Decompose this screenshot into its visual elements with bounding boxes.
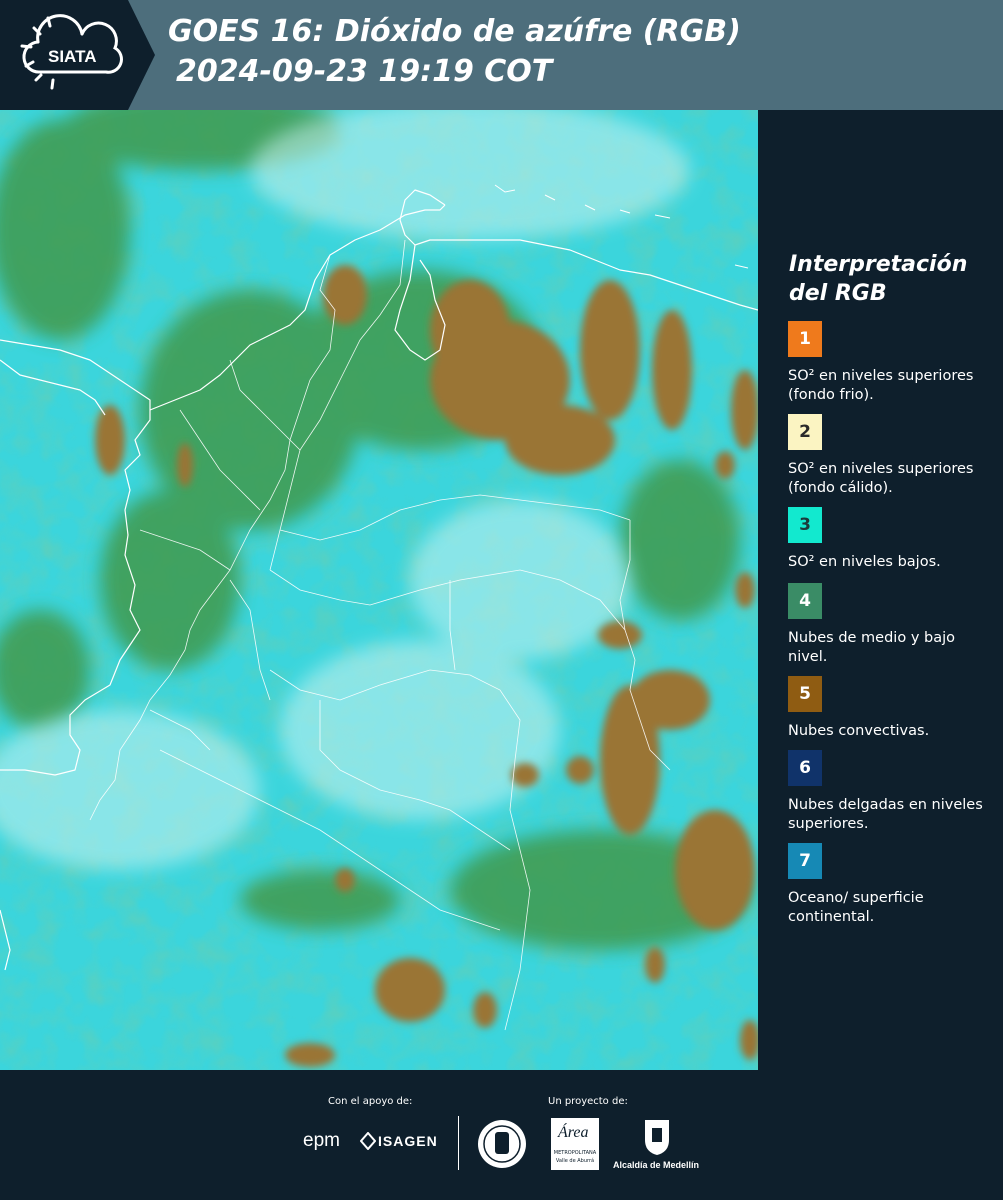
siata-logo-text: SIATA (48, 47, 96, 66)
legend-item: 1 SO² en niveles superiores (fondo frio)… (788, 321, 993, 405)
legend-item: 6 Nubes delgadas en niveles superiores. (788, 750, 993, 834)
alcaldia-shield-icon (645, 1120, 669, 1155)
medellin-seal-icon (478, 1120, 526, 1168)
legend-item: 3 SO² en niveles bajos. (788, 507, 993, 591)
legend-swatch-number: 2 (799, 422, 811, 442)
legend-title: Interpretación del RGB (789, 250, 989, 308)
legend-description: Nubes de medio y bajo nivel. (788, 630, 955, 665)
isagen-logo-icon (360, 1132, 376, 1150)
map-timestamp: 2024-09-23 19:19 COT (176, 54, 553, 89)
legend-swatch: 2 (788, 414, 822, 450)
project-label: Un proyecto de: (548, 1096, 628, 1107)
legend-swatch-number: 3 (799, 515, 811, 535)
legend-item: 4 Nubes de medio y bajo nivel. (788, 583, 993, 667)
legend-title-line1: Interpretación (789, 252, 968, 277)
legend-description: Nubes delgadas en niveles superiores. (788, 797, 983, 832)
legend-description: SO² en niveles superiores (fondo frio). (788, 368, 974, 403)
legend-item: 5 Nubes convectivas. (788, 676, 993, 760)
isagen-logo: ISAGEN (378, 1133, 438, 1149)
legend-swatch-number: 6 (799, 758, 811, 778)
legend-item: 2 SO² en niveles superiores (fondo cálid… (788, 414, 993, 498)
legend-swatch: 1 (788, 321, 822, 357)
legend-description: Oceano/ superficie continental. (788, 890, 924, 925)
area-logo-subtitle-2: Valle de Aburrá (555, 1158, 595, 1164)
legend-item: 7 Oceano/ superficie continental. (788, 843, 993, 927)
map-title: GOES 16: Dióxido de azúfre (RGB) (168, 14, 741, 49)
alcaldia-logo-text: Alcaldía de Medellín (613, 1160, 700, 1170)
satellite-map (0, 110, 758, 1070)
legend-swatch-number: 4 (799, 591, 811, 611)
legend-panel: Interpretación del RGB 1 SO² en niveles … (758, 110, 1003, 1070)
legend-swatch: 5 (788, 676, 822, 712)
legend-swatch-number: 7 (799, 851, 811, 871)
logo-block: SIATA (0, 0, 155, 110)
legend-swatch-number: 1 (799, 329, 811, 349)
support-label: Con el apoyo de: (328, 1096, 413, 1107)
area-logo-subtitle: METROPOLITANA (553, 1150, 597, 1156)
epm-logo: epm (303, 1130, 340, 1151)
header-bar: SIATA GOES 16: Dióxido de azúfre (RGB) 2… (0, 0, 1003, 110)
legend-title-line2: del RGB (789, 281, 887, 306)
area-logo-title: Área (558, 1124, 589, 1141)
legend-swatch: 4 (788, 583, 822, 619)
legend-swatch: 3 (788, 507, 822, 543)
footer-divider (458, 1116, 459, 1170)
legend-swatch: 7 (788, 843, 822, 879)
area-metropolitana-logo: Área METROPOLITANA Valle de Aburrá (551, 1118, 599, 1170)
footer: Con el apoyo de: Un proyecto de: epm ISA… (0, 1070, 1003, 1200)
legend-swatch: 6 (788, 750, 822, 786)
legend-description: SO² en niveles superiores (fondo cálido)… (788, 461, 974, 496)
legend-swatch-number: 5 (799, 684, 811, 704)
